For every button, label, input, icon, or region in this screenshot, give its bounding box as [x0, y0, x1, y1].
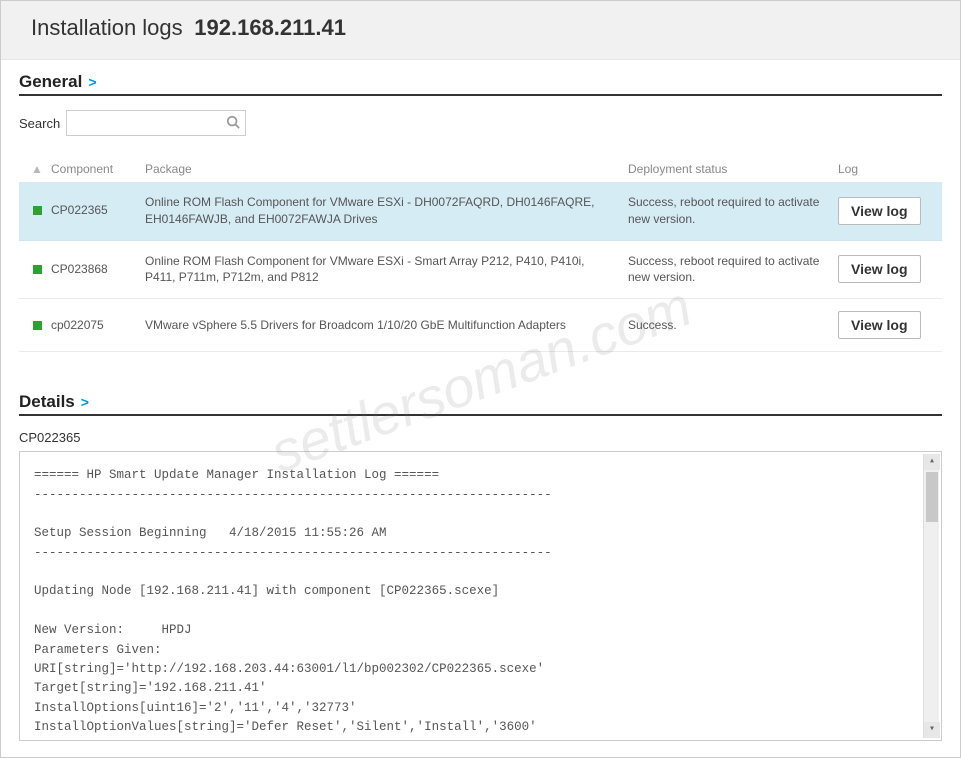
search-box — [66, 110, 246, 136]
status-square-icon — [33, 321, 42, 330]
scroll-up-icon[interactable]: ▴ — [924, 454, 940, 470]
page-title-ip: 192.168.211.41 — [194, 15, 346, 40]
content-area: General > Search ▲ Component Package Dep… — [1, 60, 960, 741]
table-row[interactable]: CP023868 Online ROM Flash Component for … — [19, 241, 942, 300]
package-cell: Online ROM Flash Component for VMware ES… — [145, 253, 628, 287]
log-output-box[interactable]: ====== HP Smart Update Manager Installat… — [19, 451, 942, 741]
scrollbar[interactable]: ▴▾ — [923, 454, 939, 738]
view-log-button[interactable]: View log — [838, 311, 921, 339]
col-component[interactable]: Component — [51, 162, 145, 176]
col-package[interactable]: Package — [145, 162, 628, 176]
col-log[interactable]: Log — [838, 162, 938, 176]
table-header: ▲ Component Package Deployment status Lo… — [19, 162, 942, 182]
details-section: Details > CP022365 ====== HP Smart Updat… — [19, 392, 942, 741]
chevron-right-icon: > — [88, 74, 96, 90]
package-cell: Online ROM Flash Component for VMware ES… — [145, 194, 628, 228]
status-square-icon — [33, 265, 42, 274]
table-row[interactable]: cp022075 VMware vSphere 5.5 Drivers for … — [19, 299, 942, 352]
deployment-cell: Success. — [628, 317, 838, 334]
deployment-cell: Success, reboot required to activate new… — [628, 253, 838, 287]
component-cell: cp022075 — [51, 317, 145, 334]
view-log-button[interactable]: View log — [838, 255, 921, 283]
chevron-right-icon: > — [81, 394, 89, 410]
log-text: ====== HP Smart Update Manager Installat… — [34, 468, 552, 734]
search-label: Search — [19, 116, 60, 131]
search-input[interactable] — [66, 110, 246, 136]
page-title: Installation logs — [31, 15, 183, 41]
search-row: Search — [19, 110, 942, 136]
details-section-header[interactable]: Details > — [19, 392, 942, 416]
component-cell: CP023868 — [51, 261, 145, 278]
scroll-thumb[interactable] — [926, 472, 938, 522]
component-cell: CP022365 — [51, 202, 145, 219]
details-component-label: CP022365 — [19, 430, 942, 445]
table-row[interactable]: CP022365 Online ROM Flash Component for … — [19, 182, 942, 241]
scroll-down-icon[interactable]: ▾ — [924, 722, 940, 738]
app-window: Installation logs 192.168.211.41 General… — [0, 0, 961, 758]
package-cell: VMware vSphere 5.5 Drivers for Broadcom … — [145, 317, 628, 334]
general-heading: General — [19, 72, 82, 92]
details-heading: Details — [19, 392, 75, 412]
sort-indicator[interactable]: ▲ — [23, 162, 51, 176]
view-log-button[interactable]: View log — [838, 197, 921, 225]
general-section-header[interactable]: General > — [19, 72, 942, 96]
deployment-cell: Success, reboot required to activate new… — [628, 194, 838, 228]
status-square-icon — [33, 206, 42, 215]
col-deployment[interactable]: Deployment status — [628, 162, 838, 176]
search-icon[interactable] — [226, 115, 240, 129]
page-header: Installation logs 192.168.211.41 — [1, 1, 960, 60]
logs-table: ▲ Component Package Deployment status Lo… — [19, 162, 942, 352]
